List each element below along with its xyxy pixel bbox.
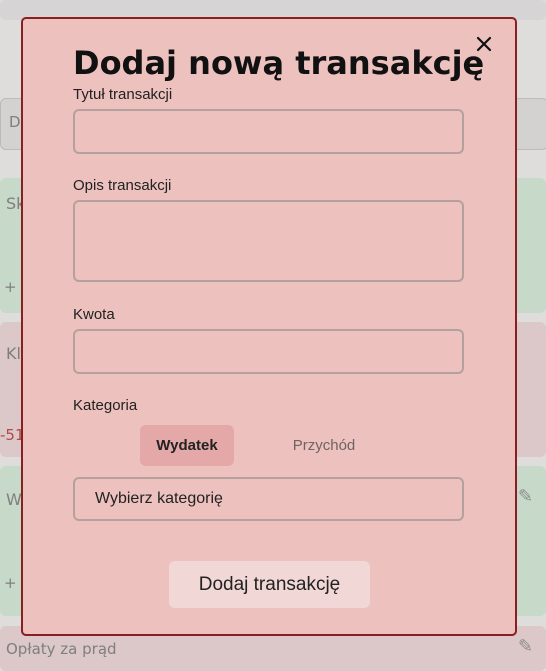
add-transaction-button[interactable]: Dodaj transakcję: [169, 561, 370, 608]
amount-field-label: Kwota: [73, 306, 115, 323]
description-field-label: Opis transakcji: [73, 177, 172, 194]
description-textarea[interactable]: [73, 200, 464, 282]
title-field-label: Tytuł transakcji: [73, 86, 173, 103]
modal-title: Dodaj nową transakcję: [73, 44, 485, 82]
category-type-tabs: Wydatek Przychód: [140, 425, 394, 466]
category-label: Kategoria: [73, 397, 138, 414]
amount-input[interactable]: [73, 329, 464, 374]
category-select-value: Wybierz kategorię: [95, 490, 223, 507]
tab-income[interactable]: Przychód: [254, 425, 394, 466]
title-input[interactable]: [73, 109, 464, 154]
category-select[interactable]: Wybierz kategorię: [73, 477, 464, 521]
tab-expense[interactable]: Wydatek: [140, 425, 234, 466]
add-transaction-modal: Dodaj nową transakcję Tytuł transakcji O…: [21, 17, 517, 636]
